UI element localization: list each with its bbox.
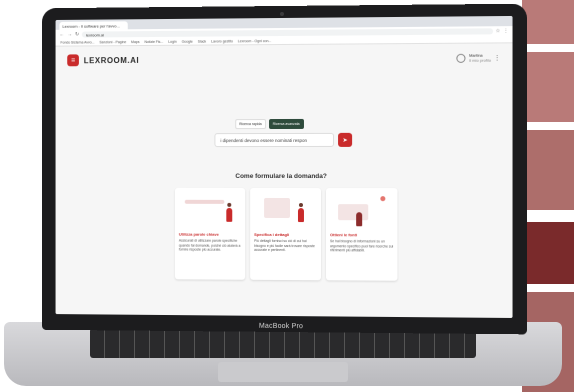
- camera-icon: [280, 11, 284, 17]
- bookmark[interactable]: Lexroom - Ogni con...: [238, 39, 271, 43]
- user-subtitle: Il mio profilo: [469, 57, 492, 63]
- details-illustration: [254, 192, 317, 230]
- hamburger-icon: ≡: [71, 56, 76, 64]
- extensions-icon[interactable]: ⋮: [503, 28, 508, 34]
- bookmark[interactable]: Fondo Sistema Avvo...: [60, 40, 94, 44]
- tip-title: Utilizza parole chiave: [178, 231, 219, 237]
- tip-body: Più dettagli fornisci su ciò di cui hai …: [254, 238, 315, 253]
- section-title: Come formulare la domanda?: [235, 172, 327, 181]
- tip-body: Assicurati di utilizzare parole specific…: [178, 238, 241, 252]
- bookmark[interactable]: Sanzioni - Pagine: [99, 40, 126, 44]
- app-logo[interactable]: LEXROOM.AI: [84, 55, 139, 64]
- app-root: ≡ LEXROOM.AI Martina Il mio profilo ⋮ Ri…: [55, 43, 513, 318]
- tip-card: Ottieni le fonti Se hai bisogno di infor…: [326, 188, 398, 281]
- more-icon[interactable]: ⋮: [494, 54, 500, 61]
- browser-tab[interactable]: Lexroom - Il software per l'avvo...: [59, 21, 128, 30]
- tip-title: Ottieni le fonti: [330, 232, 358, 238]
- star-icon[interactable]: ☆: [496, 28, 501, 34]
- tip-card: Utilizza parole chiave Assicurati di uti…: [174, 187, 246, 280]
- bookmark[interactable]: Notizie Fis...: [144, 40, 163, 44]
- mode-quick-search[interactable]: Ricerca rapida: [235, 119, 266, 130]
- bookmark[interactable]: Lavoro gestito: [211, 39, 233, 43]
- app-header: ≡ LEXROOM.AI Martina Il mio profilo ⋮: [56, 43, 513, 74]
- bookmark[interactable]: Google: [182, 40, 193, 44]
- tip-card: Specifica i dettagli Più dettagli fornis…: [250, 187, 321, 281]
- bookmark[interactable]: Login: [168, 40, 176, 44]
- screen: Lexroom - Il software per l'avvo... ← → …: [55, 15, 513, 318]
- bookmark[interactable]: Maps: [131, 40, 139, 44]
- send-icon: ➤: [342, 137, 348, 144]
- mode-advanced-search[interactable]: Ricerca avanzata: [268, 118, 304, 130]
- menu-button[interactable]: ≡: [67, 54, 79, 67]
- search-input[interactable]: i dipendenti devono essere nominati resp…: [214, 132, 335, 148]
- wall-panel: [522, 130, 574, 210]
- trackpad: [218, 362, 348, 382]
- wall-panel: [522, 222, 574, 284]
- reload-icon[interactable]: ↻: [75, 32, 79, 38]
- bookmark[interactable]: Slack: [198, 40, 206, 44]
- tips-cards: Utilizza parole chiave Assicurati di uti…: [174, 187, 398, 281]
- tip-title: Specifica i dettagli: [254, 231, 290, 238]
- laptop-lid: Lexroom - Il software per l'avvo... ← → …: [41, 3, 527, 335]
- search-row: i dipendenti devono essere nominati resp…: [214, 132, 353, 148]
- send-button[interactable]: ➤: [338, 132, 353, 147]
- search-mode-toggle: Ricerca rapida Ricerca avanzata: [235, 118, 304, 130]
- sources-illustration: [330, 192, 393, 230]
- tip-body: Se hai bisogno di informazioni su un arg…: [330, 239, 394, 253]
- wall-panel: [522, 52, 574, 122]
- user-menu[interactable]: Martina Il mio profilo ⋮: [456, 53, 500, 63]
- wall-panel: [522, 0, 574, 44]
- avatar: [456, 53, 466, 63]
- keywords-illustration: [179, 192, 241, 230]
- forward-icon[interactable]: →: [67, 32, 72, 38]
- back-icon[interactable]: ←: [59, 32, 64, 38]
